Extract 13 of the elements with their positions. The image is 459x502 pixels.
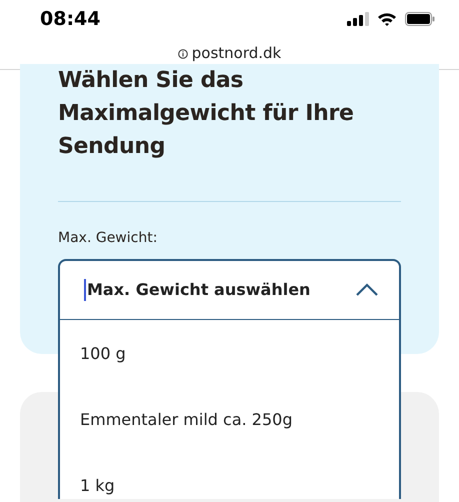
- battery-icon: [405, 12, 435, 26]
- weight-select[interactable]: Max. Gewicht auswählen: [58, 259, 401, 321]
- url-text[interactable]: postnord.dk: [192, 42, 282, 65]
- section-heading: Wählen Sie das Maximalgewicht für Ihre Sendung: [58, 67, 355, 161]
- wifi-icon: [377, 12, 397, 26]
- dropdown-option[interactable]: 100 g: [60, 320, 399, 386]
- info-icon[interactable]: [178, 48, 188, 58]
- chevron-up-icon: [355, 283, 379, 297]
- dropdown-option[interactable]: 1 kg: [60, 452, 399, 499]
- dropdown-option[interactable]: Emmentaler mild ca. 250g: [60, 386, 399, 452]
- status-time: 08:44: [40, 6, 100, 32]
- signal-icon: [347, 12, 369, 26]
- field-label: Max. Gewicht:: [58, 229, 158, 248]
